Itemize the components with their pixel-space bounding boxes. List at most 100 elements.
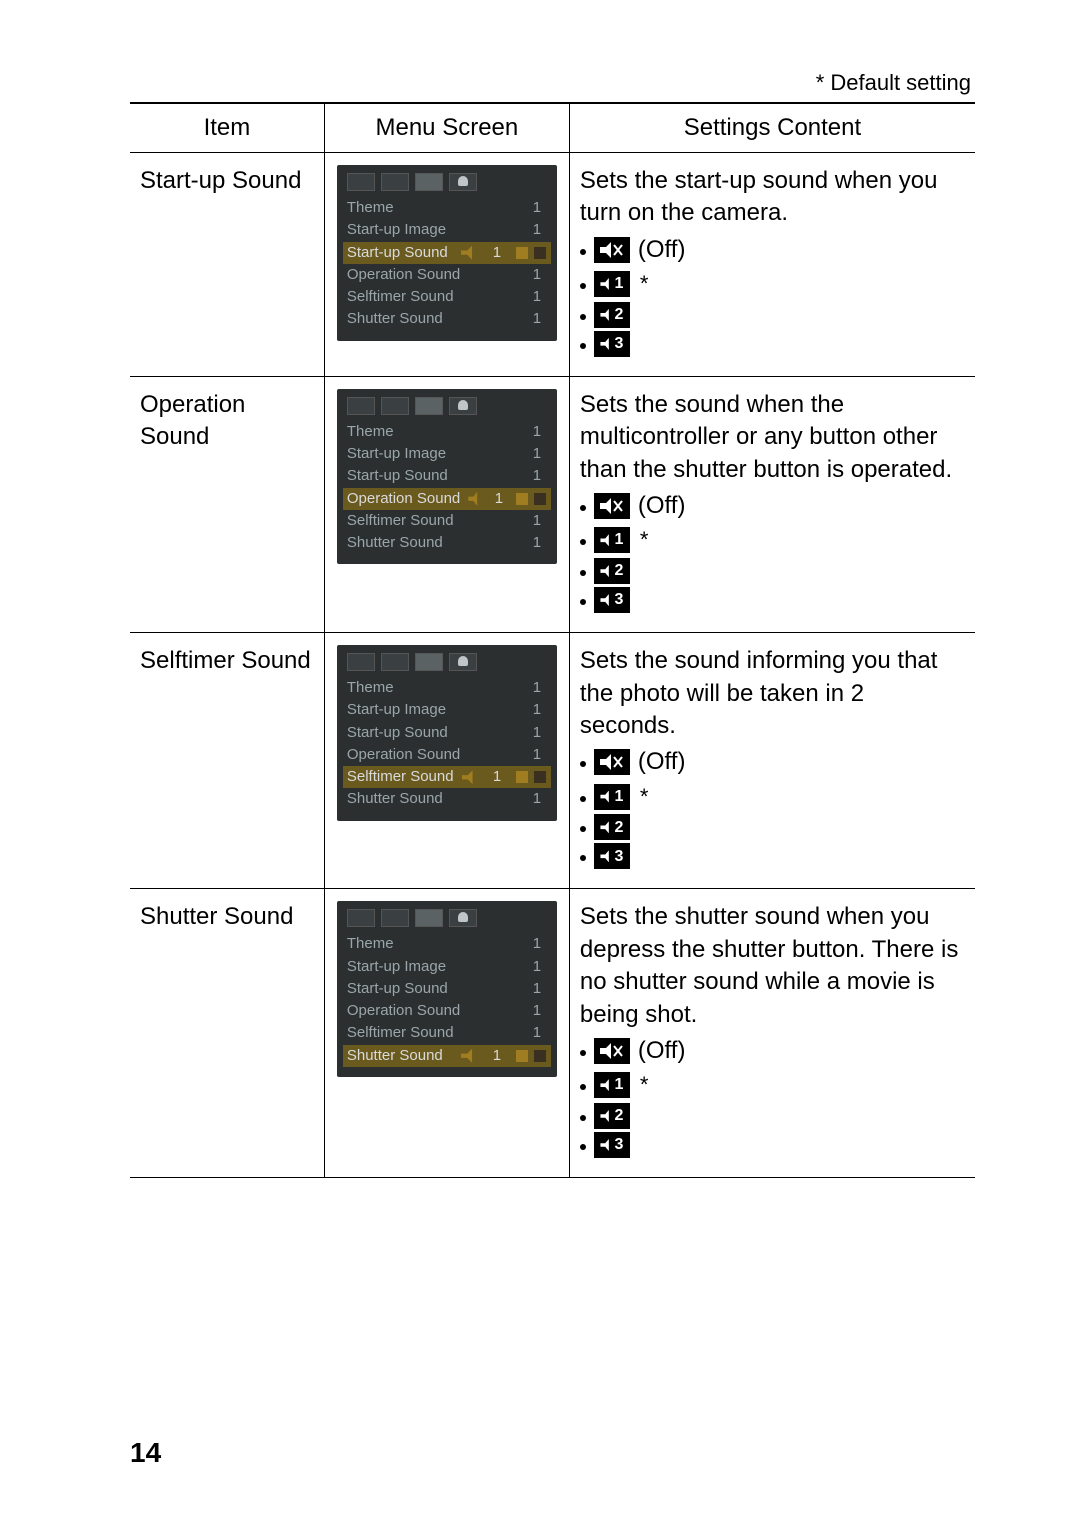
- lcd-row-value: 1: [527, 309, 547, 329]
- lcd-tab: [381, 909, 409, 927]
- lcd-row-label: Selftimer Sound: [347, 287, 519, 307]
- cell-settings-content: Sets the sound informing you that the ph…: [569, 633, 975, 889]
- lcd-row: Start-up Image1: [347, 699, 547, 721]
- lcd-row: Start-up Sound1: [347, 978, 547, 1000]
- lcd-row-label: Theme: [347, 422, 519, 442]
- lcd-row-label: Selftimer Sound: [347, 1023, 519, 1043]
- lcd-dot: [515, 246, 529, 260]
- lcd-row-label: Shutter Sound: [347, 1046, 453, 1066]
- lcd-panel: Theme1Start-up Image1Start-up Sound1Oper…: [337, 389, 557, 565]
- option-1: 1 *: [580, 269, 965, 299]
- cell-menu-screen: Theme1Start-up Image1Start-up Sound1Oper…: [324, 633, 569, 889]
- option-3: 3: [580, 587, 965, 613]
- lcd-tabs: [347, 397, 547, 415]
- col-item: Item: [130, 103, 324, 153]
- sound-1-icon: 1: [594, 527, 630, 553]
- bullet-icon: [580, 570, 586, 576]
- option-2: 2: [580, 302, 965, 328]
- lcd-row-value: 1: [527, 511, 547, 531]
- off-label: (Off): [638, 234, 686, 266]
- lcd-row-label: Start-up Sound: [347, 723, 519, 743]
- bullet-icon: [580, 796, 586, 802]
- table-row: Operation SoundTheme1Start-up Image1Star…: [130, 376, 975, 632]
- menu-screenshot: Theme1Start-up Image1Start-up Sound1Oper…: [337, 645, 557, 821]
- sound-1-icon: 1: [594, 1072, 630, 1098]
- option-off: (Off): [580, 490, 965, 522]
- bullet-icon: [580, 826, 586, 832]
- lcd-dot: [515, 1049, 529, 1063]
- lcd-row: Start-up Sound1: [347, 465, 547, 487]
- bullet-icon: [580, 1115, 586, 1121]
- cell-item: Shutter Sound: [130, 889, 324, 1178]
- lcd-row-label: Shutter Sound: [347, 533, 519, 553]
- menu-screenshot: Theme1Start-up Image1Start-up Sound1Oper…: [337, 901, 557, 1077]
- lcd-row-value: 1: [527, 444, 547, 464]
- sound-1-icon: 1: [594, 271, 630, 297]
- lcd-tabs: [347, 173, 547, 191]
- lcd-row-label: Start-up Image: [347, 957, 519, 977]
- lcd-panel: Theme1Start-up Image1Start-up Sound1Oper…: [337, 165, 557, 341]
- default-setting-note: * Default setting: [130, 70, 975, 96]
- option-1: 1 *: [580, 1070, 965, 1100]
- lcd-row-label: Operation Sound: [347, 489, 460, 509]
- bullet-icon: [580, 761, 586, 767]
- lcd-row: Start-up Sound 1: [347, 722, 547, 744]
- lcd-row-value: 1: [527, 1023, 547, 1043]
- lcd-option-dots: [515, 492, 547, 506]
- speaker-off-icon: [468, 492, 481, 506]
- lcd-dot: [515, 492, 529, 506]
- bullet-icon: [580, 314, 586, 320]
- option-3: 3: [580, 331, 965, 357]
- option-2: 2: [580, 558, 965, 584]
- sound-3-icon: 3: [594, 331, 630, 357]
- bullet-icon: [580, 539, 586, 545]
- table-header-row: Item Menu Screen Settings Content: [130, 103, 975, 153]
- lcd-row: Selftimer Sound 1: [347, 1022, 547, 1044]
- sound-3-icon: 3: [594, 843, 630, 869]
- lcd-row-label: Operation Sound: [347, 265, 519, 285]
- lcd-option-dots: [515, 770, 547, 784]
- lcd-tab: [347, 653, 375, 671]
- lcd-row: Selftimer Sound1: [343, 766, 551, 788]
- lcd-row-value: 1: [527, 789, 547, 809]
- sound-2-icon: 2: [594, 558, 630, 584]
- cell-item: Selftimer Sound: [130, 633, 324, 889]
- lcd-row: Theme1: [347, 677, 547, 699]
- lcd-row: Operation Sound1: [347, 264, 547, 286]
- lcd-row: Start-up Image1: [347, 956, 547, 978]
- lcd-row: Operation Sound1: [343, 488, 551, 510]
- option-3: 3: [580, 843, 965, 869]
- page-number: 14: [130, 1437, 161, 1469]
- sound-2-icon: 2: [594, 814, 630, 840]
- col-menu-screen: Menu Screen: [324, 103, 569, 153]
- settings-description: Sets the sound when the multicontroller …: [580, 389, 965, 486]
- lcd-tab-active: [415, 653, 443, 671]
- default-star: *: [640, 525, 649, 555]
- bullet-icon: [580, 1084, 586, 1090]
- sound-2-icon: 2: [594, 1103, 630, 1129]
- table-row: Start-up SoundTheme1Start-up Image1Start…: [130, 153, 975, 377]
- table-row: Shutter SoundTheme1Start-up Image1Start-…: [130, 889, 975, 1178]
- lcd-row-label: Selftimer Sound: [347, 511, 519, 531]
- sound-off-icon: [594, 237, 630, 263]
- cell-menu-screen: Theme1Start-up Image1Start-up Sound1Oper…: [324, 376, 569, 632]
- off-label: (Off): [638, 1035, 686, 1067]
- bullet-icon: [580, 855, 586, 861]
- cell-item: Start-up Sound: [130, 153, 324, 377]
- lcd-tab-active: [415, 173, 443, 191]
- lcd-tab: [381, 173, 409, 191]
- lcd-row-label: Operation Sound: [347, 745, 519, 765]
- lcd-row-value: 1: [527, 723, 547, 743]
- lcd-row: Operation Sound1: [347, 744, 547, 766]
- default-star: *: [640, 782, 649, 812]
- bullet-icon: [580, 249, 586, 255]
- bullet-icon: [580, 505, 586, 511]
- lcd-dot: [533, 246, 547, 260]
- lcd-row-value: 1: [527, 934, 547, 954]
- lcd-row: Shutter Sound1: [347, 308, 547, 330]
- option-1: 1 *: [580, 782, 965, 812]
- lcd-row-label: Start-up Image: [347, 700, 519, 720]
- lcd-row-label: Theme: [347, 934, 519, 954]
- settings-description: Sets the sound informing you that the ph…: [580, 645, 965, 742]
- lcd-row-value: 1: [527, 533, 547, 553]
